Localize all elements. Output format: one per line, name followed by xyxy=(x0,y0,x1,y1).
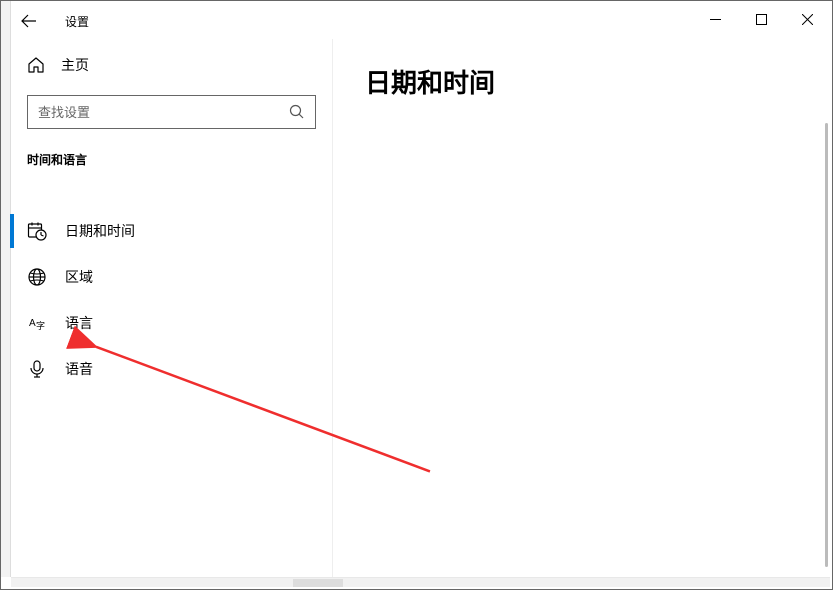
back-button[interactable] xyxy=(11,3,47,39)
search-box[interactable] xyxy=(27,95,316,129)
svg-text:A: A xyxy=(29,318,36,329)
window-inner: 设置 xyxy=(11,3,830,577)
arrow-left-icon xyxy=(21,13,37,29)
globe-icon xyxy=(27,267,47,287)
nav-item-language[interactable]: A 字 语言 xyxy=(11,300,332,346)
minimize-icon xyxy=(710,14,721,25)
minimize-button[interactable] xyxy=(692,3,738,35)
nav-item-region[interactable]: 区域 xyxy=(11,254,332,300)
nav-list: 日期和时间 区域 xyxy=(11,208,332,392)
title-bar: 设置 xyxy=(11,3,830,39)
nav-item-label: 区域 xyxy=(65,267,93,287)
nav-item-label: 语言 xyxy=(65,313,93,333)
maximize-icon xyxy=(756,14,767,25)
nav-item-speech[interactable]: 语音 xyxy=(11,346,332,392)
window-controls xyxy=(692,3,830,35)
nav-item-label: 日期和时间 xyxy=(65,221,135,241)
sidebar: 主页 时间和语言 xyxy=(11,39,333,577)
nav-item-date-time[interactable]: 日期和时间 xyxy=(11,208,332,254)
content-area: 日期和时间 xyxy=(333,39,830,577)
category-header: 时间和语言 xyxy=(11,147,332,186)
svg-text:字: 字 xyxy=(36,320,45,331)
page-title: 日期和时间 xyxy=(365,63,798,100)
search-icon xyxy=(289,104,305,120)
calendar-clock-icon xyxy=(27,221,47,241)
language-icon: A 字 xyxy=(27,313,47,333)
left-edge xyxy=(1,1,11,577)
home-icon xyxy=(27,56,45,74)
horizontal-scrollbar-thumb[interactable] xyxy=(293,579,343,587)
horizontal-scrollbar-area xyxy=(11,577,830,587)
close-button[interactable] xyxy=(784,3,830,35)
microphone-icon xyxy=(27,359,47,379)
settings-window: 设置 xyxy=(0,0,833,590)
search-input[interactable] xyxy=(38,105,289,120)
home-item[interactable]: 主页 xyxy=(11,45,332,85)
nav-item-label: 语音 xyxy=(65,359,93,379)
window-title: 设置 xyxy=(65,13,89,30)
vertical-scrollbar[interactable] xyxy=(825,123,828,567)
close-icon xyxy=(802,14,813,25)
body: 主页 时间和语言 xyxy=(11,39,830,577)
maximize-button[interactable] xyxy=(738,3,784,35)
home-label: 主页 xyxy=(61,55,89,75)
